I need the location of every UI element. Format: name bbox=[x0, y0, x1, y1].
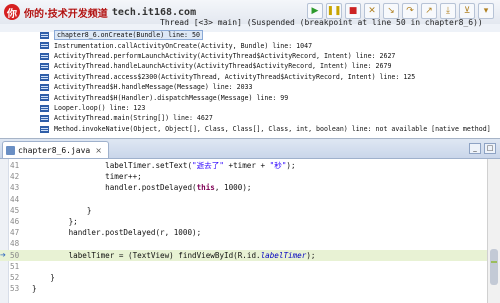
stack-frame-icon bbox=[40, 63, 49, 71]
stack-frame-icon bbox=[40, 115, 49, 123]
code-area[interactable]: 41 labelTimer.setText("逝去了" +timer + "秒"… bbox=[0, 159, 500, 303]
stack-frame-icon bbox=[40, 52, 49, 60]
instruction-pointer-icon: ➔ bbox=[0, 250, 6, 259]
vertical-scrollbar[interactable] bbox=[487, 159, 500, 303]
line-number: 44 bbox=[10, 194, 20, 204]
stack-frame-row[interactable]: ActivityThread$H(Handler).dispatchMessag… bbox=[0, 92, 500, 102]
stack-frame-icon bbox=[40, 32, 49, 39]
code-text: } bbox=[32, 284, 37, 294]
code-line[interactable]: 43 handler.postDelayed(this, 1000); bbox=[0, 182, 488, 193]
line-number: 43 bbox=[10, 183, 20, 193]
stack-frame-label: ActivityThread.access$2300(ActivityThrea… bbox=[54, 72, 416, 81]
debug-view: 你 你的·技术开发频道 tech.it168.com ▶ ❚❚ ■ ✕ ↘ ↷ ↗ ⤓ ⊻ ▾ T… bbox=[0, 0, 500, 139]
line-number: 45 bbox=[10, 205, 20, 215]
terminate-icon[interactable]: ■ bbox=[345, 3, 361, 19]
stack-frame-label: Looper.loop() line: 123 bbox=[54, 103, 146, 112]
stack-frame-list: chapter8_6.onCreate(Bundle) line: 50 Inst… bbox=[0, 30, 500, 136]
code-line[interactable]: 47 handler.postDelayed(r, 1000); bbox=[0, 227, 488, 238]
stack-frame-row[interactable]: Method.invokeNative(Object, Object[], Cl… bbox=[0, 124, 500, 134]
watermark-site: tech.it168.com bbox=[111, 6, 197, 18]
code-text: timer++; bbox=[32, 172, 142, 182]
minimize-button[interactable]: _ bbox=[469, 143, 481, 154]
stack-frame-icon bbox=[40, 104, 49, 112]
stack-frame-label: ActivityThread.main(String[]) line: 4627 bbox=[54, 114, 213, 123]
code-text: labelTimer = (TextView) findViewById(R.i… bbox=[32, 250, 316, 260]
thread-label[interactable]: Thread [<3> main] (Suspended (breakpoint… bbox=[160, 18, 483, 27]
stack-frame-icon bbox=[40, 73, 49, 81]
step-into-icon[interactable]: ↘ bbox=[383, 3, 399, 19]
stack-frame-row[interactable]: ActivityThread.main(String[]) line: 4627 bbox=[0, 113, 500, 123]
current-code-line[interactable]: 50 labelTimer = (TextView) findViewById(… bbox=[0, 249, 488, 261]
java-editor: chapter8_6.java × _ □ 41 labelTimer.setT… bbox=[0, 139, 500, 303]
line-number: 52 bbox=[10, 273, 20, 282]
line-number: 50 bbox=[10, 250, 20, 260]
java-file-icon bbox=[6, 145, 15, 155]
code-text: handler.postDelayed(this, 1000); bbox=[32, 183, 252, 193]
editor-window-buttons: _ □ bbox=[469, 143, 496, 154]
stack-frame-row[interactable]: ActivityThread$H.handleMessage(Message) … bbox=[0, 82, 500, 92]
maximize-button[interactable]: □ bbox=[484, 143, 496, 154]
debug-toolbar-icons: ▶ ❚❚ ■ ✕ ↘ ↷ ↗ ⤓ ⊻ ▾ bbox=[307, 3, 494, 19]
watermark-title: 你的·技术开发频道 bbox=[24, 8, 108, 20]
watermark-logo: 你 bbox=[4, 4, 20, 20]
drop-to-frame-icon[interactable]: ⤓ bbox=[440, 3, 456, 19]
code-line[interactable]: 44 bbox=[0, 194, 488, 205]
view-menu-icon[interactable]: ▾ bbox=[478, 3, 494, 19]
eclipse-debug-window: 你 你的·技术开发频道 tech.it168.com ▶ ❚❚ ■ ✕ ↘ ↷ ↗ ⤓ ⊻ ▾ T… bbox=[0, 0, 500, 303]
stack-frame-row[interactable]: ActivityThread.performLaunchActivity(Act… bbox=[0, 51, 500, 61]
stack-frame-row[interactable]: Looper.loop() line: 123 bbox=[0, 103, 500, 113]
stack-frame-row[interactable]: ActivityThread.access$2300(ActivityThrea… bbox=[0, 72, 500, 82]
editor-tab-bar: chapter8_6.java × _ □ bbox=[0, 139, 500, 159]
step-return-icon[interactable]: ↗ bbox=[421, 3, 437, 19]
tab-chapter8-6-java[interactable]: chapter8_6.java × bbox=[2, 141, 109, 158]
stack-frame-icon bbox=[40, 94, 49, 102]
code-line[interactable]: 42 timer++; bbox=[0, 171, 488, 182]
code-line[interactable]: 52 } bbox=[0, 272, 488, 283]
stack-frame-label: Instrumentation.callActivityOnCreate(Act… bbox=[54, 41, 313, 50]
tab-label: chapter8_6.java bbox=[18, 145, 91, 155]
stack-frame-label: ActivityThread.performLaunchActivity(Act… bbox=[54, 51, 396, 60]
code-line[interactable]: 48 bbox=[0, 238, 488, 249]
code-text: }; bbox=[32, 217, 78, 226]
code-text: labelTimer.setText("逝去了" +timer + "秒"); bbox=[32, 161, 296, 170]
use-step-filters-icon[interactable]: ⊻ bbox=[459, 3, 475, 19]
code-line[interactable]: 45 } bbox=[0, 205, 488, 216]
stack-frame-icon bbox=[40, 42, 49, 50]
stack-frame-label: Method.invokeNative(Object, Object[], Cl… bbox=[54, 124, 491, 133]
stack-frame-icon bbox=[40, 125, 49, 133]
line-number: 42 bbox=[10, 172, 20, 182]
stack-frame-row[interactable]: ActivityThread.handleLaunchActivity(Acti… bbox=[0, 61, 500, 71]
code-line[interactable]: 53} bbox=[0, 283, 488, 294]
stack-frame-label: ActivityThread$H.handleMessage(Message) … bbox=[54, 83, 253, 92]
stack-frame-icon bbox=[40, 83, 49, 91]
stack-frame-label: ActivityThread.handleLaunchActivity(Acti… bbox=[54, 62, 392, 71]
line-number: 46 bbox=[10, 217, 20, 226]
stack-frame-label: chapter8_6.onCreate(Bundle) line: 50 bbox=[54, 30, 203, 41]
code-text: handler.postDelayed(r, 1000); bbox=[32, 228, 202, 238]
line-number: 41 bbox=[10, 161, 20, 170]
line-number: 51 bbox=[10, 261, 20, 271]
close-icon[interactable]: × bbox=[95, 146, 102, 155]
current-line-overview-mark[interactable] bbox=[491, 261, 497, 263]
code-text: } bbox=[32, 273, 55, 282]
stack-frame-label: ActivityThread$H(Handler).dispatchMessag… bbox=[54, 93, 289, 102]
line-number: 53 bbox=[10, 284, 20, 294]
code-line[interactable]: 51 bbox=[0, 261, 488, 272]
code-text: } bbox=[32, 205, 92, 215]
disconnect-icon[interactable]: ✕ bbox=[364, 3, 380, 19]
code-line[interactable]: 46 }; bbox=[0, 216, 488, 227]
scroll-thumb[interactable] bbox=[490, 249, 498, 285]
stack-frame-row[interactable]: chapter8_6.onCreate(Bundle) line: 50 bbox=[0, 30, 500, 41]
step-over-icon[interactable]: ↷ bbox=[402, 3, 418, 19]
code-line[interactable]: 41 labelTimer.setText("逝去了" +timer + "秒"… bbox=[0, 160, 488, 171]
line-number: 47 bbox=[10, 228, 20, 238]
stack-frame-row[interactable]: Instrumentation.callActivityOnCreate(Act… bbox=[0, 40, 500, 50]
suspend-icon[interactable]: ❚❚ bbox=[326, 3, 342, 19]
line-number: 48 bbox=[10, 239, 20, 249]
resume-icon[interactable]: ▶ bbox=[307, 3, 323, 19]
